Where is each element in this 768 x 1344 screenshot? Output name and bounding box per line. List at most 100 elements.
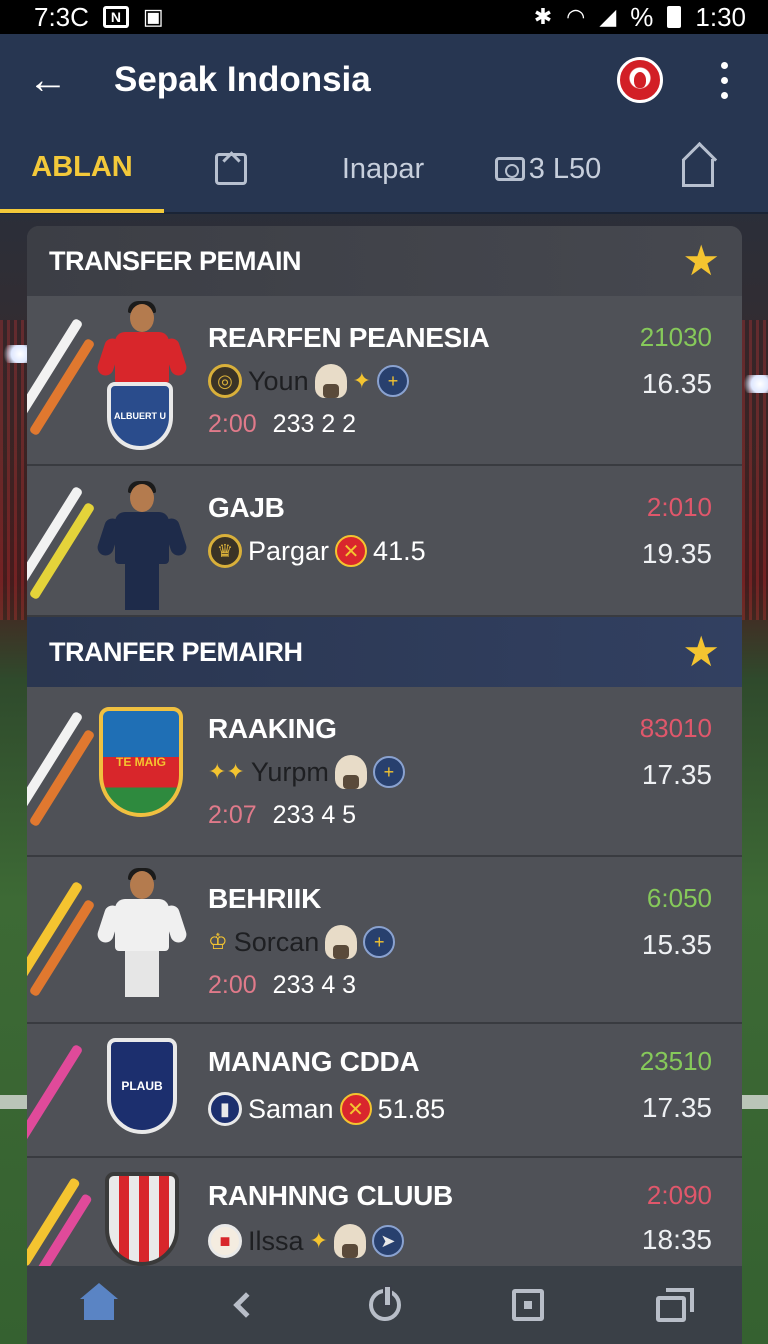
nav-home-button[interactable]	[69, 1275, 129, 1335]
meta-label: Pargar	[248, 535, 330, 566]
manager-avatar-icon	[325, 925, 358, 959]
floodlight	[740, 375, 768, 393]
team-meta: ✦✦ Yurpm +	[208, 755, 405, 789]
nav-recent-button[interactable]	[641, 1275, 701, 1335]
transfer-list-panel: TRANSFER PEMAIN ★ ALBUERT U REARFEN PEAN…	[27, 226, 742, 1266]
sparkle-icon: ✦	[309, 1228, 328, 1253]
back-icon	[232, 1292, 259, 1318]
tab-bar: ABLAN Inapar 3 L50	[0, 126, 768, 214]
upload-box-icon	[215, 153, 247, 185]
star-icon[interactable]: ★	[682, 240, 720, 282]
list-item[interactable]: BEHRIIK ♔ Sorcan + 2:00 233 4 3 6:050 15…	[27, 857, 742, 1024]
nav-square-button[interactable]	[498, 1275, 558, 1335]
team-name: MANANG CDDA	[208, 1046, 420, 1077]
time-label: 2:07	[208, 801, 257, 829]
stat-top: 83010	[639, 713, 712, 743]
trophy-icon: ♔	[208, 929, 228, 954]
team-name: REARFEN PEANESIA	[208, 322, 490, 353]
team-meta: ♔ Sorcan +	[208, 925, 396, 959]
time-label: 2:00	[208, 410, 257, 438]
manager-avatar-icon	[333, 1224, 366, 1258]
home-icon	[79, 1283, 118, 1320]
team-name: RANHNNG CLUUB	[208, 1180, 453, 1211]
player-avatar	[95, 868, 189, 1001]
bottom-navigation	[27, 1266, 742, 1344]
score-label: 233 4 3	[272, 971, 357, 999]
list-item[interactable]: RANHNNG CLUUB ■ Ilssa ✦ ➤ 2:090 18:35	[27, 1158, 742, 1266]
tab-label: 3 L50	[528, 152, 602, 185]
stat-bottom: 19.35	[641, 538, 712, 569]
square-icon	[511, 1289, 544, 1321]
team-meta: ▮ Saman ✕ 51.85	[208, 1092, 445, 1126]
score-label: 233 4 5	[272, 801, 357, 829]
stat-top: 21030	[639, 322, 712, 352]
sparkle-icon: ✦	[352, 368, 372, 393]
team-crest: TE MAIG	[99, 707, 183, 817]
status-bar: 7:3C N ▣ ✱ ◠ ◢ % 1:30	[0, 0, 768, 34]
plus-badge-icon: +	[363, 926, 396, 958]
list-item[interactable]: TE MAIG RAAKING ✦✦ Yurpm + 2:07 233 4 5 …	[27, 687, 742, 857]
list-item[interactable]: PLAUB MANANG CDDA ▮ Saman ✕ 51.85 23510 …	[27, 1024, 742, 1158]
list-item[interactable]: ALBUERT U REARFEN PEANESIA ◎ Youn ✦ + 2:…	[27, 296, 742, 466]
meta-label: Ilssa	[248, 1225, 304, 1256]
back-arrow-icon[interactable]: ←	[28, 60, 88, 100]
meta-extra: 41.5	[373, 535, 426, 566]
app-bar: ← Sepak Indonsia	[0, 34, 768, 126]
meta-label: Yurpm	[250, 756, 329, 787]
row-subinfo: 2:00 233 2 2	[208, 410, 356, 439]
tab-ablan[interactable]: ABLAN	[0, 125, 164, 213]
nav-back-button[interactable]	[212, 1275, 272, 1335]
team-name: BEHRIIK	[208, 883, 322, 914]
club-badge-icon: ◎	[208, 364, 242, 398]
score-label: 233 2 2	[272, 410, 357, 438]
tab-upload[interactable]	[164, 125, 298, 213]
team-crest	[105, 1172, 179, 1266]
more-options-icon[interactable]	[721, 61, 740, 99]
home-outline-icon	[682, 159, 714, 187]
notification-n-icon: N	[102, 6, 129, 28]
tab-camera[interactable]: 3 L50	[468, 125, 628, 213]
club-badge-icon: ♛	[208, 534, 242, 568]
club-badge-icon: ▮	[208, 1092, 242, 1126]
star-icon[interactable]: ★	[682, 631, 720, 673]
battery-percent: %	[630, 1, 654, 32]
app-title: Sepak Indonsia	[114, 60, 371, 99]
manager-avatar-icon	[314, 364, 347, 398]
nav-power-button[interactable]	[355, 1275, 415, 1335]
send-badge-icon: ➤	[371, 1225, 404, 1257]
plus-badge-icon: +	[372, 756, 405, 788]
meta-label: Saman	[248, 1093, 334, 1124]
section-title: TRANFER PEMAIRH	[49, 636, 303, 667]
stat-bottom: 16.35	[641, 368, 712, 399]
team-crest: PLAUB	[107, 1038, 177, 1134]
section-header: TRANFER PEMAIRH ★	[27, 617, 742, 687]
meta-label: Youn	[248, 365, 309, 396]
camera-icon	[494, 157, 525, 181]
status-time-left: 7:3C	[34, 1, 89, 32]
battery-icon	[667, 6, 682, 28]
stat-bottom: 18:35	[641, 1224, 712, 1255]
meta-extra: 51.85	[377, 1093, 446, 1124]
list-item[interactable]: GAJB ♛ Pargar ✕ 41.5 2:010 19.35	[27, 466, 742, 617]
bluetooth-icon: ✱	[533, 4, 553, 29]
stat-top: 23510	[639, 1046, 712, 1076]
status-time-right: 1:30	[695, 1, 746, 32]
recent-apps-icon	[655, 1288, 694, 1322]
manager-avatar-icon	[334, 755, 367, 789]
team-meta: ■ Ilssa ✦ ➤	[208, 1224, 404, 1258]
stat-top: 2:010	[646, 492, 712, 522]
section-title: TRANSFER PEMAIN	[49, 245, 302, 276]
cross-badge-icon: ✕	[339, 1093, 372, 1125]
row-subinfo: 2:07 233 4 5	[208, 801, 356, 830]
wifi-icon: ◠	[566, 4, 586, 29]
stat-top: 6:050	[646, 883, 712, 913]
stat-bottom: 17.35	[641, 1092, 712, 1123]
accent-stripe	[27, 1043, 84, 1143]
signal-icon: ◢	[599, 4, 617, 29]
team-crest: ALBUERT U	[107, 382, 173, 450]
club-badge-icon: ■	[208, 1224, 242, 1258]
team-name: RAAKING	[208, 713, 337, 744]
brand-logo[interactable]	[617, 57, 663, 103]
tab-home[interactable]	[628, 125, 768, 213]
tab-inapar[interactable]: Inapar	[298, 125, 468, 213]
